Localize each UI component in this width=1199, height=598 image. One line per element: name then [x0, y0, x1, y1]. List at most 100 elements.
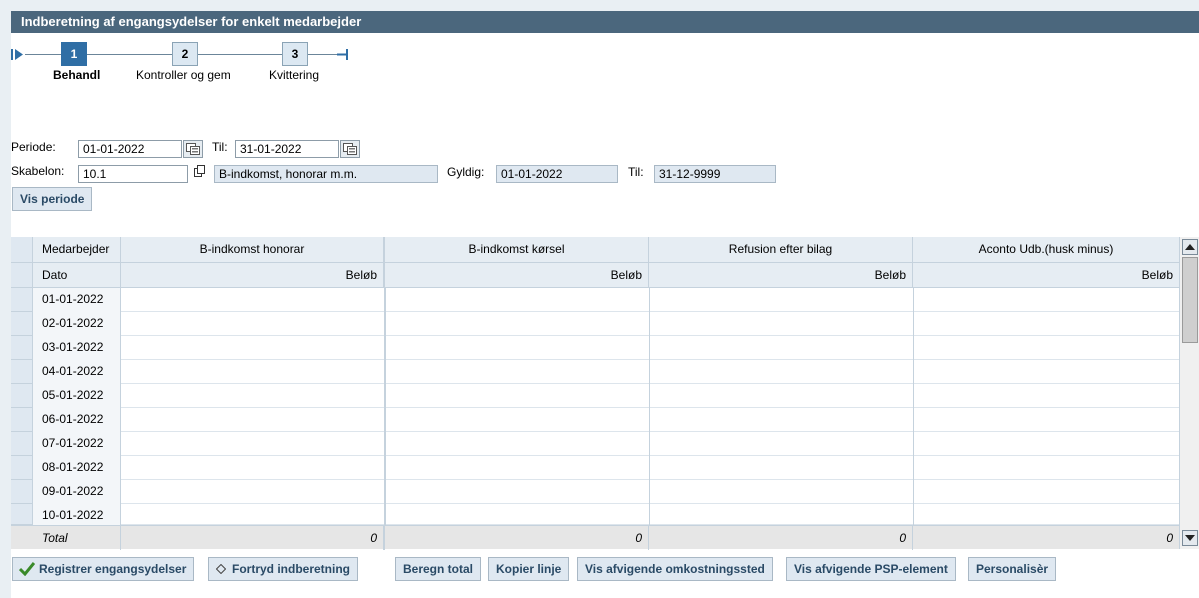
calendar-icon: [186, 143, 200, 155]
total-value-3: 0: [649, 526, 913, 550]
row-selector[interactable]: [11, 360, 33, 384]
vis-psp-button[interactable]: Vis afvigende PSP-element: [786, 557, 956, 581]
table-row-date: 10-01-2022: [33, 504, 121, 525]
skabelon-description: B-indkomst, honorar m.m.: [214, 165, 438, 183]
kopier-linje-button[interactable]: Kopier linje: [488, 557, 570, 581]
data-table: Medarbejder B-indkomst honorar B-indkoms…: [11, 237, 1199, 550]
roadmap-step-1[interactable]: 1: [61, 42, 87, 66]
table-row[interactable]: [121, 480, 1179, 504]
left-band: [0, 11, 11, 598]
roadmap-label-2: Kontroller og gem: [136, 68, 231, 82]
checkmark-icon: [19, 562, 35, 576]
table-row[interactable]: [121, 408, 1179, 432]
table-row[interactable]: [121, 288, 1179, 312]
table-row[interactable]: [121, 336, 1179, 360]
row-selector[interactable]: [11, 480, 33, 504]
row-selector[interactable]: [11, 384, 33, 408]
skabelon-field[interactable]: 10.1: [78, 165, 188, 183]
table-body: 01-01-2022 02-01-2022 03-01-2022 04-01-2…: [11, 288, 1179, 525]
column-divider: [649, 288, 650, 525]
table-row-date: 09-01-2022: [33, 480, 121, 504]
table-row[interactable]: [121, 384, 1179, 408]
total-value-1: 0: [121, 526, 385, 550]
row-selector[interactable]: [11, 408, 33, 432]
total-value-2: 0: [385, 526, 649, 550]
fortryd-button[interactable]: Fortryd indberetning: [208, 557, 358, 581]
table-header-row: Medarbejder B-indkomst honorar B-indkoms…: [11, 237, 1179, 263]
vertical-scrollbar[interactable]: [1179, 237, 1199, 549]
calendar-icon: [343, 143, 357, 155]
table-row-date: 02-01-2022: [33, 312, 121, 336]
gyldig-from-field: 01-01-2022: [496, 165, 618, 183]
table-row[interactable]: [121, 360, 1179, 384]
top-band: [0, 0, 1199, 11]
table-row-date: 04-01-2022: [33, 360, 121, 384]
total-row: Total 0 0 0 0: [11, 525, 1179, 550]
page: Indberetning af engangsydelser for enkel…: [0, 0, 1199, 598]
select-all-cell[interactable]: [11, 237, 33, 263]
page-title: Indberetning af engangsydelser for enkel…: [11, 11, 1199, 33]
row-selector[interactable]: [11, 288, 33, 312]
value-help-icon[interactable]: [194, 165, 206, 177]
diamond-icon: [216, 564, 226, 574]
row-selector[interactable]: [11, 456, 33, 480]
col-header-b-indkomst-honorar[interactable]: B-indkomst honorar: [121, 237, 385, 263]
col-header-aconto[interactable]: Aconto Udb.(husk minus): [913, 237, 1179, 263]
roadmap-end-icon: [337, 49, 348, 60]
col-subheader-belob-4: Beløb: [1141, 268, 1173, 282]
row-selector[interactable]: [11, 432, 33, 456]
col-subheader-belob-3: Beløb: [649, 263, 913, 288]
scroll-thumb[interactable]: [1182, 257, 1198, 343]
scroll-down-button[interactable]: [1182, 530, 1198, 546]
col-subheader-belob-2: Beløb: [385, 263, 649, 288]
row-selector[interactable]: [11, 263, 33, 288]
table-row-date: 07-01-2022: [33, 432, 121, 456]
column-divider: [384, 288, 386, 525]
calendar-to-button[interactable]: [340, 140, 360, 158]
table-row[interactable]: [121, 456, 1179, 480]
triangle-down-icon: [1185, 535, 1195, 541]
registrer-label: Registrer engangsydelser: [39, 562, 187, 576]
row-selector[interactable]: [11, 336, 33, 360]
roadmap-label-3: Kvittering: [269, 68, 320, 82]
col-header-medarbejder: Medarbejder: [33, 237, 121, 263]
row-selector[interactable]: [11, 504, 33, 525]
fortryd-label: Fortryd indberetning: [232, 562, 350, 576]
gyldig-til-label: Til:: [628, 165, 644, 179]
roadmap: 1 2 3 Behandl Kontroller og gem Kvitteri…: [11, 40, 411, 90]
table-row[interactable]: [121, 504, 1179, 525]
registrer-button[interactable]: Registrer engangsydelser: [12, 557, 195, 581]
total-value-4: 0: [1166, 531, 1173, 545]
column-divider: [913, 288, 914, 525]
personaliser-button[interactable]: Personalisèr: [968, 557, 1057, 581]
vis-periode-button[interactable]: Vis periode: [12, 187, 93, 211]
roadmap-label-1: Behandl: [53, 68, 101, 82]
table-row[interactable]: [121, 312, 1179, 336]
total-label: Total: [33, 526, 121, 550]
scroll-up-button[interactable]: [1182, 239, 1198, 255]
table-row[interactable]: [121, 432, 1179, 456]
triangle-up-icon: [1185, 244, 1195, 250]
gyldig-label: Gyldig:: [447, 165, 485, 179]
roadmap-step-2[interactable]: 2: [172, 42, 198, 66]
col-header-refusion[interactable]: Refusion efter bilag: [649, 237, 913, 263]
periode-from-field[interactable]: 01-01-2022: [78, 140, 182, 158]
vis-omkostningssted-button[interactable]: Vis afvigende omkostningssted: [577, 557, 773, 581]
row-selector[interactable]: [11, 312, 33, 336]
table-row-date: 01-01-2022: [33, 288, 121, 312]
periode-til-label: Til:: [212, 140, 228, 154]
col-header-b-indkomst-korsel[interactable]: B-indkomst kørsel: [385, 237, 649, 263]
calendar-from-button[interactable]: [183, 140, 203, 158]
table-subheader-row: Dato Beløb Beløb Beløb Beløb: [11, 263, 1179, 288]
roadmap-start-icon: [11, 49, 23, 60]
table-row-date: 06-01-2022: [33, 408, 121, 432]
periode-label: Periode:: [11, 140, 56, 154]
table-row-date: 03-01-2022: [33, 336, 121, 360]
roadmap-step-3[interactable]: 3: [282, 42, 308, 66]
col-subheader-dato: Dato: [33, 263, 121, 288]
beregn-total-button[interactable]: Beregn total: [395, 557, 482, 581]
skabelon-label: Skabelon:: [11, 164, 65, 178]
col-subheader-belob-1: Beløb: [121, 263, 385, 288]
periode-to-field[interactable]: 31-01-2022: [235, 140, 339, 158]
table-row-date: 05-01-2022: [33, 384, 121, 408]
